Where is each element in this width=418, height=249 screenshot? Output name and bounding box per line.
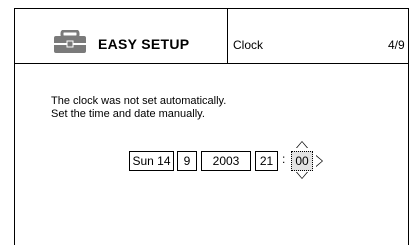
step-counter: 4/9 [388, 38, 405, 52]
page-title: EASY SETUP [98, 36, 190, 52]
easy-setup-window: EASY SETUP Clock 4/9 The clock was not s… [14, 8, 409, 245]
message-line-2: Set the time and date manually. [51, 108, 205, 120]
minute-field[interactable]: 00 [291, 151, 313, 171]
month-field[interactable]: 9 [177, 151, 197, 171]
setup-header: EASY SETUP Clock 4/9 [15, 9, 408, 64]
increase-arrow-fill [297, 142, 307, 148]
next-field-arrow-fill [316, 156, 322, 166]
decrease-arrow-fill [297, 172, 307, 178]
year-field[interactable]: 2003 [201, 151, 251, 171]
day-field[interactable]: Sun 14 [129, 151, 174, 171]
instruction-message: The clock was not set automatically. Set… [51, 95, 226, 121]
hour-field[interactable]: 21 [255, 151, 278, 171]
message-line-1: The clock was not set automatically. [51, 95, 227, 107]
time-separator: : [282, 152, 286, 166]
step-name: Clock [233, 38, 264, 52]
header-divider [227, 9, 228, 63]
toolbox-icon [54, 30, 86, 53]
